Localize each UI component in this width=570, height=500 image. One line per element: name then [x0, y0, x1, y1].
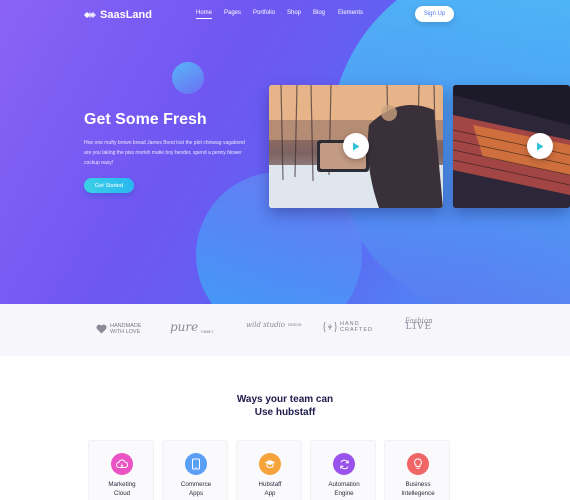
heart-icon [96, 324, 107, 334]
feature-card-business-intellegence[interactable]: Business Intellegence [384, 440, 450, 500]
refresh-icon [339, 459, 349, 469]
feature-icon-badge [259, 453, 281, 475]
cloud-icon [116, 459, 128, 468]
brand-logo[interactable]: SaasLand [84, 8, 152, 22]
feature-card-hubstaff-app[interactable]: Hubstaff App [236, 440, 302, 500]
play-icon [537, 142, 544, 150]
brand-logo-wild-studio: wild studio DESIGN [246, 321, 302, 329]
play-icon [353, 142, 360, 150]
feature-label: Marketing Cloud [108, 481, 136, 497]
feature-label: Business Intellegence [401, 481, 435, 497]
play-button[interactable] [527, 133, 553, 159]
logo-icon [84, 10, 96, 20]
section-heading: Ways your team can Use hubstaff [236, 394, 334, 418]
brand-name: SaasLand [100, 9, 152, 21]
feature-icon-badge [185, 453, 207, 475]
decorative-bubble [172, 62, 204, 94]
feature-label: Hubstaff App [258, 481, 282, 497]
nav-item-shop[interactable]: Shop [287, 10, 301, 16]
video-card-snow-phone[interactable] [269, 85, 443, 208]
feature-icon-badge [407, 453, 429, 475]
get-started-button[interactable]: Get Started [84, 178, 134, 193]
feature-label: Automation Engine [328, 481, 360, 497]
sign-up-button[interactable]: Sign Up [415, 6, 454, 22]
brand-logo-pure: pure FAMILY [170, 320, 214, 334]
lightbulb-icon [414, 458, 422, 469]
brand-logos-strip: HANDMADE WITH LOVE pure FAMILY wild stud… [0, 304, 570, 356]
play-button[interactable] [343, 133, 369, 159]
feature-icon-badge [111, 453, 133, 475]
nav-item-blog[interactable]: Blog [313, 10, 325, 16]
video-card-laptop[interactable] [453, 85, 570, 208]
nav-item-home[interactable]: Home [196, 10, 213, 19]
brand-logo-fashion-live: Fashion LIVE [405, 317, 433, 332]
brand-logo-handmade: HANDMADE WITH LOVE [96, 323, 141, 335]
hero-description: Hoe one mufty brown bread James Bond los… [84, 140, 245, 166]
graduation-cap-icon [264, 460, 276, 468]
hero-title: Get Some Fresh [84, 111, 207, 128]
leaf-icon [323, 321, 337, 333]
feature-card-automation-engine[interactable]: Automation Engine [310, 440, 376, 500]
hero-section: SaasLand Home Pages Portfolio Shop Blog … [0, 0, 570, 304]
tablet-icon [192, 458, 200, 470]
nav-item-portfolio[interactable]: Portfolio [253, 10, 275, 16]
feature-card-commerce-apps[interactable]: Commerce Apps [162, 440, 228, 500]
feature-card-marketing-cloud[interactable]: Marketing Cloud [88, 440, 154, 500]
feature-icon-badge [333, 453, 355, 475]
nav-item-pages[interactable]: Pages [224, 10, 241, 16]
feature-label: Commerce Apps [180, 481, 212, 497]
brand-logo-hand-crafted: HAND CRAFTED [323, 321, 373, 333]
nav-item-elements[interactable]: Elements [338, 10, 363, 16]
